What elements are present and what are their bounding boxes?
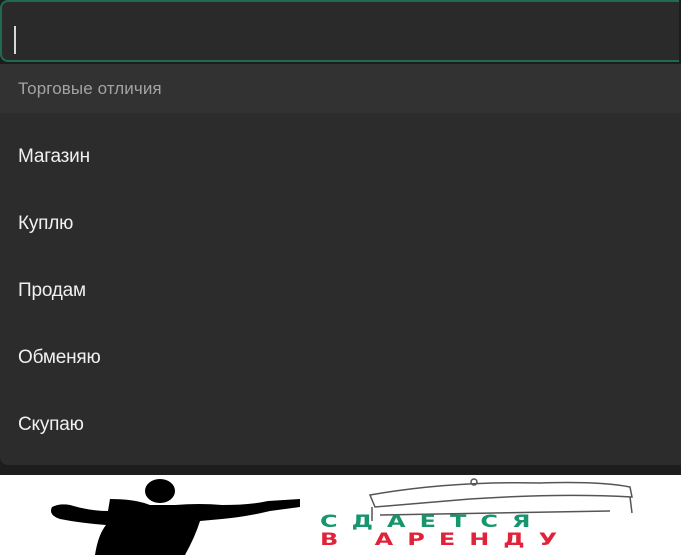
option-sell[interactable]: Продам [0, 257, 681, 324]
banner-line-2: В АРЕНДУ [320, 529, 572, 550]
person-silhouette-icon [51, 479, 300, 555]
search-field[interactable] [0, 0, 679, 62]
option-buy-up[interactable]: Скупаю [0, 391, 681, 458]
option-shop[interactable]: Магазин [0, 123, 681, 190]
search-input[interactable] [2, 2, 679, 60]
for-rent-banner: СДАЕТСЯ В АРЕНДУ [0, 475, 681, 555]
dropdown-menu: Торговые отличия Магазин Куплю Продам Об… [0, 64, 681, 465]
option-exchange[interactable]: Обменяю [0, 324, 681, 391]
group-header-trade-tags: Торговые отличия [0, 64, 681, 113]
text-cursor [14, 26, 16, 54]
options-list: Магазин Куплю Продам Обменяю Скупаю [0, 113, 681, 458]
option-buy[interactable]: Куплю [0, 190, 681, 257]
